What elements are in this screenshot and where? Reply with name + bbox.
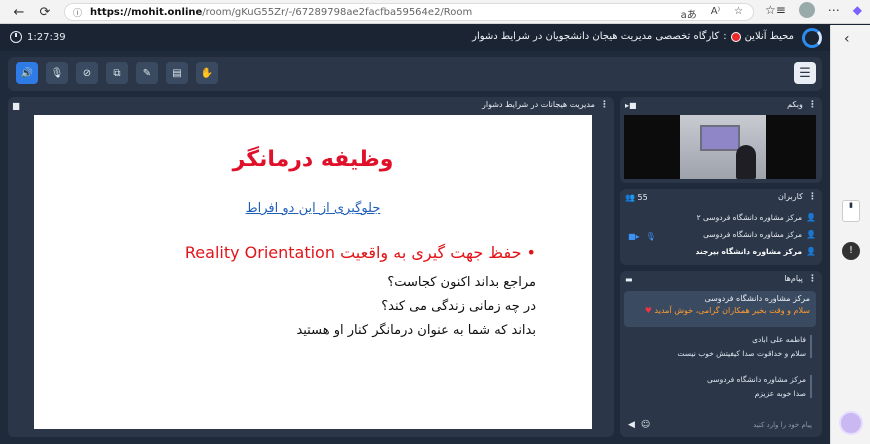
message-sender: فاطمه علی ابادی: [752, 335, 806, 344]
text-size-icon[interactable]: A⁾: [711, 6, 720, 21]
message-text: سلام و وقت بخیر همکاران گرامی، خوش آمدید: [654, 306, 810, 315]
users-menu-icon[interactable]: ⋮: [808, 192, 817, 202]
message-placeholder: پیام خود را وارد کنید: [753, 421, 812, 429]
control-toolbar: 🔊 🎙 ⊘ ⧉ ✎ ▤ ✋ ☰: [8, 57, 822, 91]
projector-screen: [700, 125, 740, 151]
user-item[interactable]: 👤 مرکز مشاوره دانشگاه بیرجند: [696, 243, 816, 259]
browser-sidebar: ‹ ▮ !: [830, 25, 870, 444]
url-path: /room/gKuG55Zr/-/67289798ae2facfba59564e…: [202, 6, 473, 18]
user-name: مرکز مشاوره دانشگاه بیرجند: [695, 246, 803, 256]
slide-line: در چه زمانی زندگی می کند؟: [381, 299, 536, 314]
assistant-bubble-icon[interactable]: [839, 411, 863, 435]
slide-line: بداند که شما به عنوان درمانگر کنار او هس…: [296, 323, 536, 338]
send-icon[interactable]: ◀: [628, 420, 635, 430]
chevron-left-icon[interactable]: ‹: [844, 31, 850, 47]
message-text: سلام و خداقوت صدا کیفیتش خوب نیست: [677, 349, 806, 358]
presenter: [736, 145, 756, 179]
brand-name: محیط آنلاین: [744, 31, 794, 42]
message-item[interactable]: مرکز مشاوره دانشگاه فردوسی صدا خوبه عزیز…: [634, 375, 812, 398]
users-count: 55: [637, 192, 648, 202]
microphone-icon: 🎙: [645, 232, 656, 241]
profile-avatar[interactable]: [798, 2, 815, 18]
message-sender: مرکز مشاوره دانشگاه فردوسی: [707, 375, 806, 384]
presentation-menu-icon[interactable]: ⋮: [600, 100, 609, 110]
user-item[interactable]: 👤 مرکز مشاوره دانشگاه فردوسی: [703, 226, 816, 242]
presentation-header: ⋮ مدیریت هیجانات در شرایط دشوار ▆: [8, 97, 614, 113]
recording-dot-icon: [730, 31, 741, 42]
presentation-title: مدیریت هیجانات در شرایط دشوار: [482, 100, 595, 109]
back-arrow-icon[interactable]: ←: [8, 1, 30, 23]
user-media-status: ■▸ 🎙: [628, 232, 656, 241]
room-title: محیط آنلاین : کارگاه تخصصی مدیریت هیجان …: [472, 31, 794, 42]
messages-title: پیام‌ها: [784, 274, 803, 283]
webcam-title: وبکم: [787, 100, 803, 109]
meeting-app: 1:27:39 محیط آنلاین : کارگاه تخصصی مدیری…: [0, 25, 830, 444]
chat-icon: ▬: [625, 274, 633, 284]
user-name: مرکز مشاوره دانشگاه فردوسی ۲: [696, 212, 803, 222]
message-sender: مرکز مشاوره دانشگاه فردوسی: [704, 294, 810, 303]
brush-icon[interactable]: ✎: [136, 62, 158, 84]
app-logo-icon: [802, 28, 822, 48]
favorites-icon[interactable]: ☆≡: [765, 3, 786, 17]
menu-icon[interactable]: ☰: [794, 62, 816, 84]
slide-line: مراجع بداند اکنون کجاست؟: [387, 275, 536, 290]
users-header: ⋮ کاربران 55 👥: [620, 189, 822, 205]
message-item[interactable]: فاطمه علی ابادی سلام و خداقوت صدا کیفیتش…: [634, 335, 812, 358]
hand-raise-icon[interactable]: ✋: [196, 62, 218, 84]
speaker-icon[interactable]: 🔊: [16, 62, 38, 84]
elapsed-timer: 1:27:39: [10, 31, 66, 43]
file-icon[interactable]: ▆: [13, 101, 19, 110]
elapsed-time: 1:27:39: [27, 31, 66, 43]
user-icon: 👤: [806, 229, 816, 239]
read-aloud-icon[interactable]: aあ: [681, 6, 697, 21]
browser-toolbar: ← ⟳ ⓘ https://mohit.online/room/gKuG55Zr…: [0, 0, 870, 24]
webcam-header: ⋮ وبکم ■▸: [620, 97, 822, 113]
slide-bullet: • حفظ جهت گیری به واقعیت Reality Orienta…: [184, 243, 536, 262]
messages-menu-icon[interactable]: ⋮: [808, 274, 817, 284]
message-text: صدا خوبه عزیزم: [754, 389, 806, 398]
room-title-text: کارگاه تخصصی مدیریت هیجان دانشجویان در ش…: [472, 31, 720, 42]
user-name: مرکز مشاوره دانشگاه فردوسی: [703, 229, 803, 239]
clock-icon: [10, 31, 22, 43]
file-icon[interactable]: ▤: [166, 62, 188, 84]
slide-title: وظیفه درمانگر: [232, 147, 394, 172]
messages-panel: ⋮ پیام‌ها ▬ مرکز مشاوره دانشگاه فردوسی س…: [620, 271, 822, 437]
users-panel: ⋮ کاربران 55 👥 👤 مرکز مشاوره دانشگاه فرد…: [620, 189, 822, 265]
users-group-icon: 👥: [625, 192, 635, 202]
webcam-menu-icon[interactable]: ⋮: [808, 100, 817, 110]
favorite-star-icon[interactable]: ☆: [734, 6, 743, 21]
mic-off-icon[interactable]: 🎙: [46, 62, 68, 84]
user-item[interactable]: 👤 مرکز مشاوره دانشگاه فردوسی ۲: [697, 209, 816, 225]
webcam-panel: ⋮ وبکم ■▸: [620, 97, 822, 183]
refresh-icon[interactable]: ⟳: [34, 1, 56, 23]
screen-share-icon[interactable]: ⧉: [106, 62, 128, 84]
user-icon: 👤: [806, 212, 816, 222]
video-camera-icon: ■▸: [625, 100, 637, 110]
pinned-message[interactable]: مرکز مشاوره دانشگاه فردوسی سلام و وقت بخ…: [624, 291, 816, 327]
more-options-icon[interactable]: ⋯: [828, 3, 840, 17]
copilot-icon[interactable]: ◆: [853, 3, 862, 17]
site-info-icon[interactable]: ⓘ: [73, 6, 82, 19]
emoji-icon[interactable]: ☺: [641, 420, 650, 430]
slide-subtitle-link[interactable]: جلوگیری از این دو افراط: [34, 201, 592, 216]
messages-header: ⋮ پیام‌ها ▬: [620, 271, 822, 287]
info-icon[interactable]: !: [842, 242, 860, 260]
heart-icon: ♥: [644, 306, 652, 315]
users-title: کاربران: [778, 192, 803, 201]
webcam-feed: [680, 115, 766, 179]
user-icon: 👤: [806, 246, 816, 256]
webcam-video[interactable]: [624, 115, 816, 179]
camera-off-icon[interactable]: ⊘: [76, 62, 98, 84]
camera-icon: ■▸: [628, 232, 640, 241]
address-bar[interactable]: ⓘ https://mohit.online/room/gKuG55Zr/-/6…: [64, 3, 754, 21]
message-input[interactable]: پیام خود را وارد کنید ☺ ◀: [624, 417, 816, 433]
presentation-panel: ⋮ مدیریت هیجانات در شرایط دشوار ▆ وظیفه …: [8, 97, 614, 437]
url-host: https://mohit.online: [90, 6, 203, 18]
university-logo-icon[interactable]: ▮: [842, 200, 860, 222]
slide-canvas[interactable]: وظیفه درمانگر جلوگیری از این دو افراط • …: [34, 115, 592, 429]
room-header: 1:27:39 محیط آنلاین : کارگاه تخصصی مدیری…: [0, 25, 830, 51]
